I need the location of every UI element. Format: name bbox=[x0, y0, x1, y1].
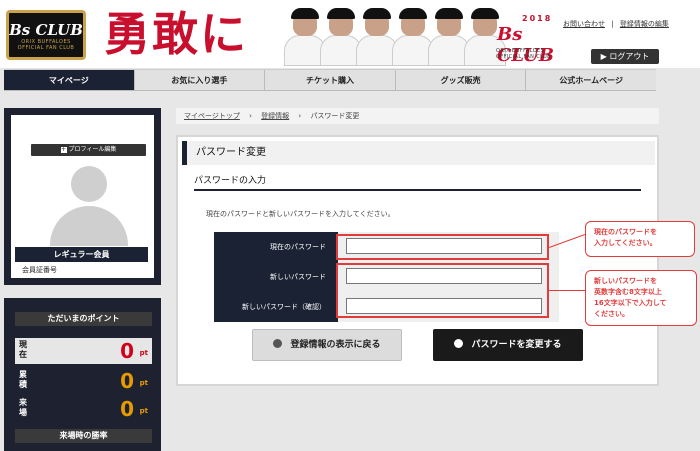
password-change-panel: パスワード変更 パスワードの入力 現在のパスワードと新しいパスワードを入力してく… bbox=[176, 135, 659, 386]
logo-subtext: ORIX BUFFALOES OFFICIAL FAN CLUB bbox=[17, 39, 75, 51]
change-password-button[interactable]: パスワードを変更する bbox=[433, 329, 583, 361]
points-value: 0 bbox=[120, 339, 134, 363]
profile-panel: + プロフィール編集 レギュラー会員 会員証番号 bbox=[4, 108, 161, 285]
win-rate-title: 来場時の勝率 bbox=[15, 429, 152, 443]
highlight-new-password bbox=[336, 263, 549, 318]
breadcrumb-current: パスワード変更 bbox=[310, 112, 360, 120]
arrow-right-icon bbox=[273, 339, 283, 348]
logo-text: Bs CLUB bbox=[9, 21, 83, 39]
nav-mypage[interactable]: マイページ bbox=[4, 70, 135, 90]
page-title: パスワード変更 bbox=[182, 141, 655, 165]
logout-button[interactable]: ▶ ログアウト bbox=[591, 49, 659, 64]
banner-year: 2018 bbox=[522, 14, 553, 23]
avatar bbox=[50, 166, 128, 246]
header-links: お問い合わせ | 登録情報の編集 bbox=[563, 20, 669, 28]
member-number-label: 会員証番号 bbox=[22, 266, 57, 274]
plus-icon: + bbox=[60, 145, 67, 153]
header-banner: 勇敢に 2018 Bs CLUB ORIX BUFFALOES OFFICIAL… bbox=[92, 2, 556, 66]
member-grade-badge: レギュラー会員 bbox=[15, 247, 148, 262]
points-row-total: 累積 0 pt bbox=[19, 369, 148, 393]
callout-new-password: 新しいパスワードを 英数字含む8文字以上 16文字以下で入力して ください。 bbox=[585, 270, 697, 326]
breadcrumb-mypage[interactable]: マイページトップ bbox=[184, 112, 240, 120]
main-nav: マイページ お気に入り選手 チケット購入 グッズ販売 公式ホームページ bbox=[4, 69, 656, 91]
breadcrumb-registration[interactable]: 登録情報 bbox=[261, 112, 289, 120]
current-password-label: 現在のパスワード bbox=[214, 232, 338, 262]
points-row-visit: 来場 0 pt bbox=[19, 397, 148, 421]
arrow-right-icon bbox=[454, 339, 464, 348]
new-password-label: 新しいパスワード bbox=[214, 262, 338, 292]
points-value: 0 bbox=[120, 369, 134, 393]
edit-registration-link[interactable]: 登録情報の編集 bbox=[620, 20, 669, 28]
points-row-current: 現在 0 pt bbox=[15, 338, 152, 364]
nav-favorite-players[interactable]: お気に入り選手 bbox=[135, 70, 266, 90]
points-title: ただいまのポイント bbox=[15, 312, 152, 326]
nav-official-site[interactable]: 公式ホームページ bbox=[526, 70, 656, 90]
points-value: 0 bbox=[120, 397, 134, 421]
banner-brand-subtext: ORIX BUFFALOES OFFICIAL FAN CLUB bbox=[496, 48, 552, 60]
highlight-current-password bbox=[336, 234, 549, 260]
section-divider bbox=[194, 189, 641, 191]
nav-ticket[interactable]: チケット購入 bbox=[265, 70, 396, 90]
callout-connector bbox=[549, 290, 587, 291]
banner-slogan: 勇敢に bbox=[104, 7, 248, 61]
profile-edit-button[interactable]: + プロフィール編集 bbox=[31, 144, 146, 156]
site-header: Bs CLUB ORIX BUFFALOES OFFICIAL FAN CLUB… bbox=[0, 0, 700, 68]
points-panel: ただいまのポイント 現在 0 pt 累積 0 pt 来場 0 pt 来場時の勝率 bbox=[4, 298, 161, 451]
nav-goods[interactable]: グッズ販売 bbox=[396, 70, 527, 90]
breadcrumb: マイページトップ › 登録情報 › パスワード変更 bbox=[176, 108, 659, 124]
back-to-registration-button[interactable]: 登録情報の表示に戻る bbox=[252, 329, 402, 361]
instructions-text: 現在のパスワードと新しいパスワードを入力してください。 bbox=[206, 210, 395, 218]
contact-link[interactable]: お問い合わせ bbox=[563, 20, 605, 28]
confirm-password-label: 新しいパスワード（確認） bbox=[214, 292, 338, 322]
bs-club-logo[interactable]: Bs CLUB ORIX BUFFALOES OFFICIAL FAN CLUB bbox=[6, 10, 86, 60]
section-title: パスワードの入力 bbox=[194, 176, 267, 186]
callout-current-password: 現在のパスワードを 入力してください。 bbox=[585, 221, 695, 257]
